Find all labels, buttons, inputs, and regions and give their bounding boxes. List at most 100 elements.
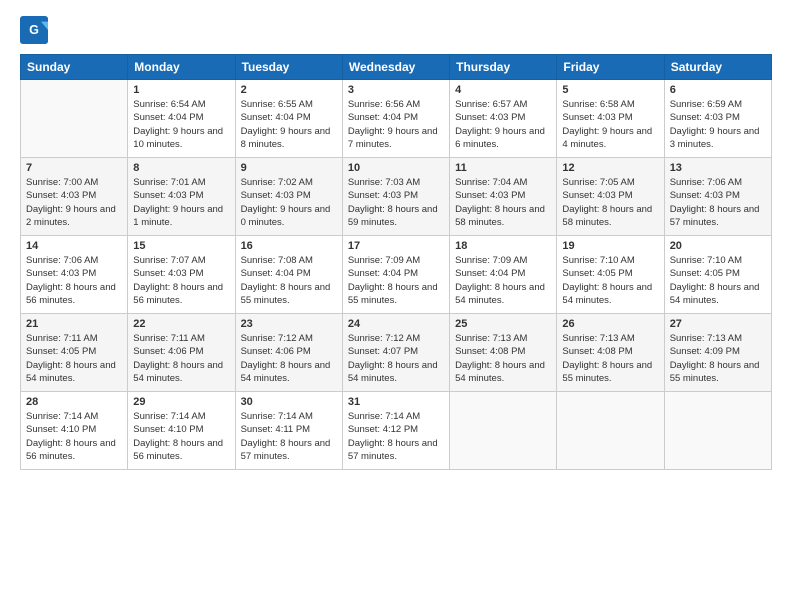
sunrise: Sunrise: 7:13 AM (562, 333, 634, 344)
day-info: Sunrise: 7:14 AM Sunset: 4:12 PM Dayligh… (348, 410, 444, 463)
calendar-cell: 13 Sunrise: 7:06 AM Sunset: 4:03 PM Dayl… (664, 158, 771, 236)
daylight: Daylight: 9 hours and 8 minutes. (241, 126, 331, 150)
daylight: Daylight: 8 hours and 55 minutes. (348, 282, 438, 306)
calendar-cell: 31 Sunrise: 7:14 AM Sunset: 4:12 PM Dayl… (342, 392, 449, 470)
day-number: 4 (455, 84, 551, 96)
sunset: Sunset: 4:03 PM (562, 112, 632, 123)
sunset: Sunset: 4:12 PM (348, 424, 418, 435)
calendar-week-row: 21 Sunrise: 7:11 AM Sunset: 4:05 PM Dayl… (21, 314, 772, 392)
sunset: Sunset: 4:08 PM (455, 346, 525, 357)
sunset: Sunset: 4:06 PM (133, 346, 203, 357)
sunset: Sunset: 4:03 PM (133, 190, 203, 201)
daylight: Daylight: 9 hours and 2 minutes. (26, 204, 116, 228)
calendar-cell: 2 Sunrise: 6:55 AM Sunset: 4:04 PM Dayli… (235, 80, 342, 158)
calendar-cell: 11 Sunrise: 7:04 AM Sunset: 4:03 PM Dayl… (450, 158, 557, 236)
day-info: Sunrise: 7:04 AM Sunset: 4:03 PM Dayligh… (455, 176, 551, 229)
sunrise: Sunrise: 7:14 AM (348, 411, 420, 422)
day-info: Sunrise: 7:05 AM Sunset: 4:03 PM Dayligh… (562, 176, 658, 229)
sunrise: Sunrise: 7:03 AM (348, 177, 420, 188)
sunset: Sunset: 4:03 PM (670, 190, 740, 201)
day-info: Sunrise: 7:14 AM Sunset: 4:10 PM Dayligh… (133, 410, 229, 463)
sunrise: Sunrise: 7:00 AM (26, 177, 98, 188)
day-info: Sunrise: 7:10 AM Sunset: 4:05 PM Dayligh… (670, 254, 766, 307)
sunset: Sunset: 4:03 PM (26, 190, 96, 201)
day-number: 13 (670, 162, 766, 174)
daylight: Daylight: 8 hours and 54 minutes. (455, 360, 545, 384)
day-of-week-header: Tuesday (235, 55, 342, 80)
day-info: Sunrise: 7:08 AM Sunset: 4:04 PM Dayligh… (241, 254, 337, 307)
daylight: Daylight: 8 hours and 55 minutes. (562, 360, 652, 384)
day-of-week-header: Sunday (21, 55, 128, 80)
calendar-cell: 8 Sunrise: 7:01 AM Sunset: 4:03 PM Dayli… (128, 158, 235, 236)
calendar-cell: 6 Sunrise: 6:59 AM Sunset: 4:03 PM Dayli… (664, 80, 771, 158)
day-number: 21 (26, 318, 122, 330)
daylight: Daylight: 9 hours and 7 minutes. (348, 126, 438, 150)
day-number: 16 (241, 240, 337, 252)
calendar-cell: 18 Sunrise: 7:09 AM Sunset: 4:04 PM Dayl… (450, 236, 557, 314)
sunrise: Sunrise: 7:02 AM (241, 177, 313, 188)
sunset: Sunset: 4:05 PM (562, 268, 632, 279)
daylight: Daylight: 8 hours and 54 minutes. (670, 282, 760, 306)
sunset: Sunset: 4:07 PM (348, 346, 418, 357)
day-number: 3 (348, 84, 444, 96)
calendar-cell (450, 392, 557, 470)
calendar-cell: 20 Sunrise: 7:10 AM Sunset: 4:05 PM Dayl… (664, 236, 771, 314)
day-number: 25 (455, 318, 551, 330)
calendar-cell: 5 Sunrise: 6:58 AM Sunset: 4:03 PM Dayli… (557, 80, 664, 158)
sunrise: Sunrise: 7:11 AM (26, 333, 98, 344)
calendar-week-row: 28 Sunrise: 7:14 AM Sunset: 4:10 PM Dayl… (21, 392, 772, 470)
day-info: Sunrise: 6:58 AM Sunset: 4:03 PM Dayligh… (562, 98, 658, 151)
sunset: Sunset: 4:04 PM (241, 268, 311, 279)
sunrise: Sunrise: 7:07 AM (133, 255, 205, 266)
day-number: 28 (26, 396, 122, 408)
day-of-week-header: Saturday (664, 55, 771, 80)
sunset: Sunset: 4:09 PM (670, 346, 740, 357)
day-of-week-header: Monday (128, 55, 235, 80)
sunrise: Sunrise: 7:09 AM (455, 255, 527, 266)
header: G (20, 16, 772, 44)
sunrise: Sunrise: 7:05 AM (562, 177, 634, 188)
sunset: Sunset: 4:03 PM (348, 190, 418, 201)
day-info: Sunrise: 7:13 AM Sunset: 4:08 PM Dayligh… (455, 332, 551, 385)
sunrise: Sunrise: 6:56 AM (348, 99, 420, 110)
daylight: Daylight: 8 hours and 54 minutes. (133, 360, 223, 384)
daylight: Daylight: 9 hours and 0 minutes. (241, 204, 331, 228)
sunrise: Sunrise: 6:57 AM (455, 99, 527, 110)
day-info: Sunrise: 7:13 AM Sunset: 4:09 PM Dayligh… (670, 332, 766, 385)
calendar-cell: 10 Sunrise: 7:03 AM Sunset: 4:03 PM Dayl… (342, 158, 449, 236)
sunset: Sunset: 4:05 PM (670, 268, 740, 279)
calendar-week-row: 7 Sunrise: 7:00 AM Sunset: 4:03 PM Dayli… (21, 158, 772, 236)
calendar-week-row: 1 Sunrise: 6:54 AM Sunset: 4:04 PM Dayli… (21, 80, 772, 158)
sunrise: Sunrise: 7:14 AM (241, 411, 313, 422)
calendar-cell: 25 Sunrise: 7:13 AM Sunset: 4:08 PM Dayl… (450, 314, 557, 392)
day-info: Sunrise: 7:07 AM Sunset: 4:03 PM Dayligh… (133, 254, 229, 307)
day-number: 17 (348, 240, 444, 252)
sunrise: Sunrise: 7:14 AM (26, 411, 98, 422)
day-number: 7 (26, 162, 122, 174)
sunset: Sunset: 4:03 PM (241, 190, 311, 201)
daylight: Daylight: 9 hours and 10 minutes. (133, 126, 223, 150)
sunset: Sunset: 4:10 PM (133, 424, 203, 435)
day-info: Sunrise: 7:02 AM Sunset: 4:03 PM Dayligh… (241, 176, 337, 229)
sunrise: Sunrise: 7:11 AM (133, 333, 205, 344)
calendar-table: SundayMondayTuesdayWednesdayThursdayFrid… (20, 54, 772, 470)
sunrise: Sunrise: 6:55 AM (241, 99, 313, 110)
calendar-header-row: SundayMondayTuesdayWednesdayThursdayFrid… (21, 55, 772, 80)
sunrise: Sunrise: 6:54 AM (133, 99, 205, 110)
sunrise: Sunrise: 7:09 AM (348, 255, 420, 266)
day-number: 23 (241, 318, 337, 330)
day-of-week-header: Wednesday (342, 55, 449, 80)
daylight: Daylight: 8 hours and 58 minutes. (562, 204, 652, 228)
day-number: 10 (348, 162, 444, 174)
daylight: Daylight: 9 hours and 3 minutes. (670, 126, 760, 150)
daylight: Daylight: 8 hours and 56 minutes. (133, 282, 223, 306)
sunrise: Sunrise: 7:13 AM (670, 333, 742, 344)
day-info: Sunrise: 7:01 AM Sunset: 4:03 PM Dayligh… (133, 176, 229, 229)
day-number: 29 (133, 396, 229, 408)
daylight: Daylight: 8 hours and 54 minutes. (562, 282, 652, 306)
daylight: Daylight: 9 hours and 4 minutes. (562, 126, 652, 150)
daylight: Daylight: 8 hours and 55 minutes. (670, 360, 760, 384)
calendar-cell: 19 Sunrise: 7:10 AM Sunset: 4:05 PM Dayl… (557, 236, 664, 314)
sunrise: Sunrise: 7:08 AM (241, 255, 313, 266)
day-of-week-header: Thursday (450, 55, 557, 80)
